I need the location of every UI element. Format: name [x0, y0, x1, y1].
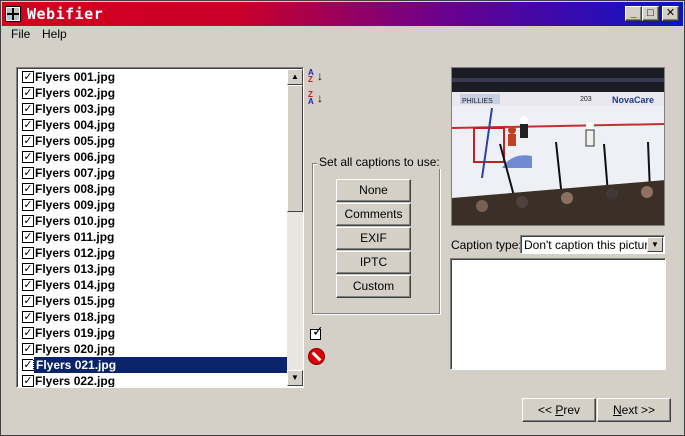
file-name: Flyers 003.jpg — [35, 102, 116, 116]
scroll-thumb[interactable] — [287, 85, 303, 212]
list-item[interactable]: ✓ Flyers 003.jpg — [19, 101, 287, 117]
next-mnemonic: N — [612, 403, 622, 417]
caption-text-area[interactable] — [450, 258, 666, 370]
prev-prefix: << — [537, 403, 556, 417]
list-item[interactable]: ✓ Flyers 015.jpg — [19, 293, 287, 309]
scroll-up-button[interactable]: ▲ — [287, 69, 303, 85]
list-item[interactable]: ✓ Flyers 018.jpg — [19, 309, 287, 325]
file-name: Flyers 001.jpg — [35, 70, 116, 84]
file-name: Flyers 012.jpg — [35, 246, 116, 260]
file-name: Flyers 018.jpg — [35, 310, 116, 324]
file-name: Flyers 019.jpg — [35, 326, 116, 340]
board-ad-2: 203 — [580, 96, 592, 103]
prev-button[interactable]: << Prev — [522, 398, 596, 422]
caption-custom-button[interactable]: Custom — [336, 275, 411, 298]
file-name: Flyers 020.jpg — [35, 342, 116, 356]
board-ad-1: PHILLIES — [462, 98, 493, 105]
no-entry-icon[interactable] — [308, 348, 325, 365]
list-item[interactable]: ✓ Flyers 019.jpg — [19, 325, 287, 341]
sort-za-icon[interactable]: Z A ↓ — [308, 91, 324, 106]
title-bar[interactable]: Webifier _ □ ✕ — [2, 2, 683, 26]
list-item[interactable]: ✓ Flyers 007.jpg — [19, 165, 287, 181]
file-name: Flyers 013.jpg — [35, 262, 116, 276]
caption-comments-button[interactable]: Comments — [336, 203, 411, 226]
file-name: Flyers 002.jpg — [35, 86, 116, 100]
list-item[interactable]: ✓ Flyers 001.jpg — [19, 69, 287, 85]
caption-type-label: Caption type: — [451, 238, 522, 252]
file-name: Flyers 005.jpg — [35, 134, 116, 148]
list-item[interactable]: ✓ Flyers 011.jpg — [19, 229, 287, 245]
list-item[interactable]: ✓ Flyers 008.jpg — [19, 181, 287, 197]
file-name: Flyers 014.jpg — [35, 278, 116, 292]
next-rest: ext >> — [621, 403, 656, 417]
close-button[interactable]: ✕ — [662, 6, 679, 21]
file-name: Flyers 007.jpg — [35, 166, 116, 180]
list-item[interactable]: ✓ Flyers 004.jpg — [19, 117, 287, 133]
list-item[interactable]: ✓ Flyers 022.jpg — [19, 373, 287, 388]
file-name: Flyers 008.jpg — [35, 182, 116, 196]
menu-help[interactable]: Help — [42, 27, 67, 41]
checkbox[interactable]: ✓ — [22, 359, 34, 371]
checkmark-icon: ✓ — [312, 323, 324, 339]
scroll-down-button[interactable]: ▼ — [287, 370, 303, 386]
check-all-icon[interactable]: ✓ — [308, 323, 324, 342]
hockey-photo: PHILLIES 203 NovaCare — [452, 68, 664, 225]
caption-exif-button[interactable]: EXIF — [336, 227, 411, 250]
dropdown-arrow-icon[interactable]: ▼ — [647, 237, 663, 252]
next-button[interactable]: Next >> — [597, 398, 671, 422]
caption-type-select[interactable]: Don't caption this picture ▼ — [520, 235, 665, 254]
window-title: Webifier — [27, 5, 104, 23]
prev-rest: rev — [563, 403, 581, 417]
vertical-scrollbar[interactable]: ▲ ▼ — [287, 69, 303, 386]
file-list[interactable]: ✓ Flyers 001.jpg ✓ Flyers 002.jpg ✓ Flyers 00… — [16, 67, 304, 388]
caption-type-value: Don't caption this picture — [524, 238, 656, 252]
sort-az-icon[interactable]: A Z ↓ — [308, 69, 324, 84]
list-item[interactable]: ✓ Flyers 020.jpg — [19, 341, 287, 357]
list-item[interactable]: ✓ Flyers 013.jpg — [19, 261, 287, 277]
list-item[interactable]: ✓ Flyers 005.jpg — [19, 133, 287, 149]
list-item[interactable]: ✓ Flyers 021.jpg — [19, 356, 289, 374]
file-name: Flyers 010.jpg — [35, 214, 116, 228]
file-list-rows: ✓ Flyers 001.jpg ✓ Flyers 002.jpg ✓ Flyers 00… — [19, 69, 289, 388]
file-name: Flyers 021.jpg — [33, 356, 289, 374]
menu-bar: File Help — [2, 26, 683, 44]
caption-none-button[interactable]: None — [336, 179, 411, 202]
minimize-button[interactable]: _ — [625, 6, 642, 21]
list-item[interactable]: ✓ Flyers 009.jpg — [19, 197, 287, 213]
list-item[interactable]: ✓ Flyers 002.jpg — [19, 85, 287, 101]
list-item[interactable]: ✓ Flyers 006.jpg — [19, 149, 287, 165]
board-ad-3: NovaCare — [612, 95, 654, 105]
file-name: Flyers 015.jpg — [35, 294, 116, 308]
app-grid-icon[interactable] — [5, 6, 21, 22]
sort-arrow-icon: ↓ — [317, 91, 323, 105]
list-item[interactable]: ✓ Flyers 014.jpg — [19, 277, 287, 293]
file-name: Flyers 004.jpg — [35, 118, 116, 132]
maximize-button[interactable]: □ — [642, 6, 659, 21]
file-name: Flyers 006.jpg — [35, 150, 116, 164]
captions-group-legend: Set all captions to use: — [317, 155, 442, 169]
caption-iptc-button[interactable]: IPTC — [336, 251, 411, 274]
file-name: Flyers 011.jpg — [35, 230, 115, 244]
menu-file[interactable]: File — [11, 27, 30, 41]
photo-preview: PHILLIES 203 NovaCare — [451, 67, 665, 226]
list-item[interactable]: ✓ Flyers 010.jpg — [19, 213, 287, 229]
file-name: Flyers 022.jpg — [35, 374, 116, 388]
list-item[interactable]: ✓ Flyers 012.jpg — [19, 245, 287, 261]
sort-arrow-icon: ↓ — [317, 69, 323, 83]
file-name: Flyers 009.jpg — [35, 198, 116, 212]
